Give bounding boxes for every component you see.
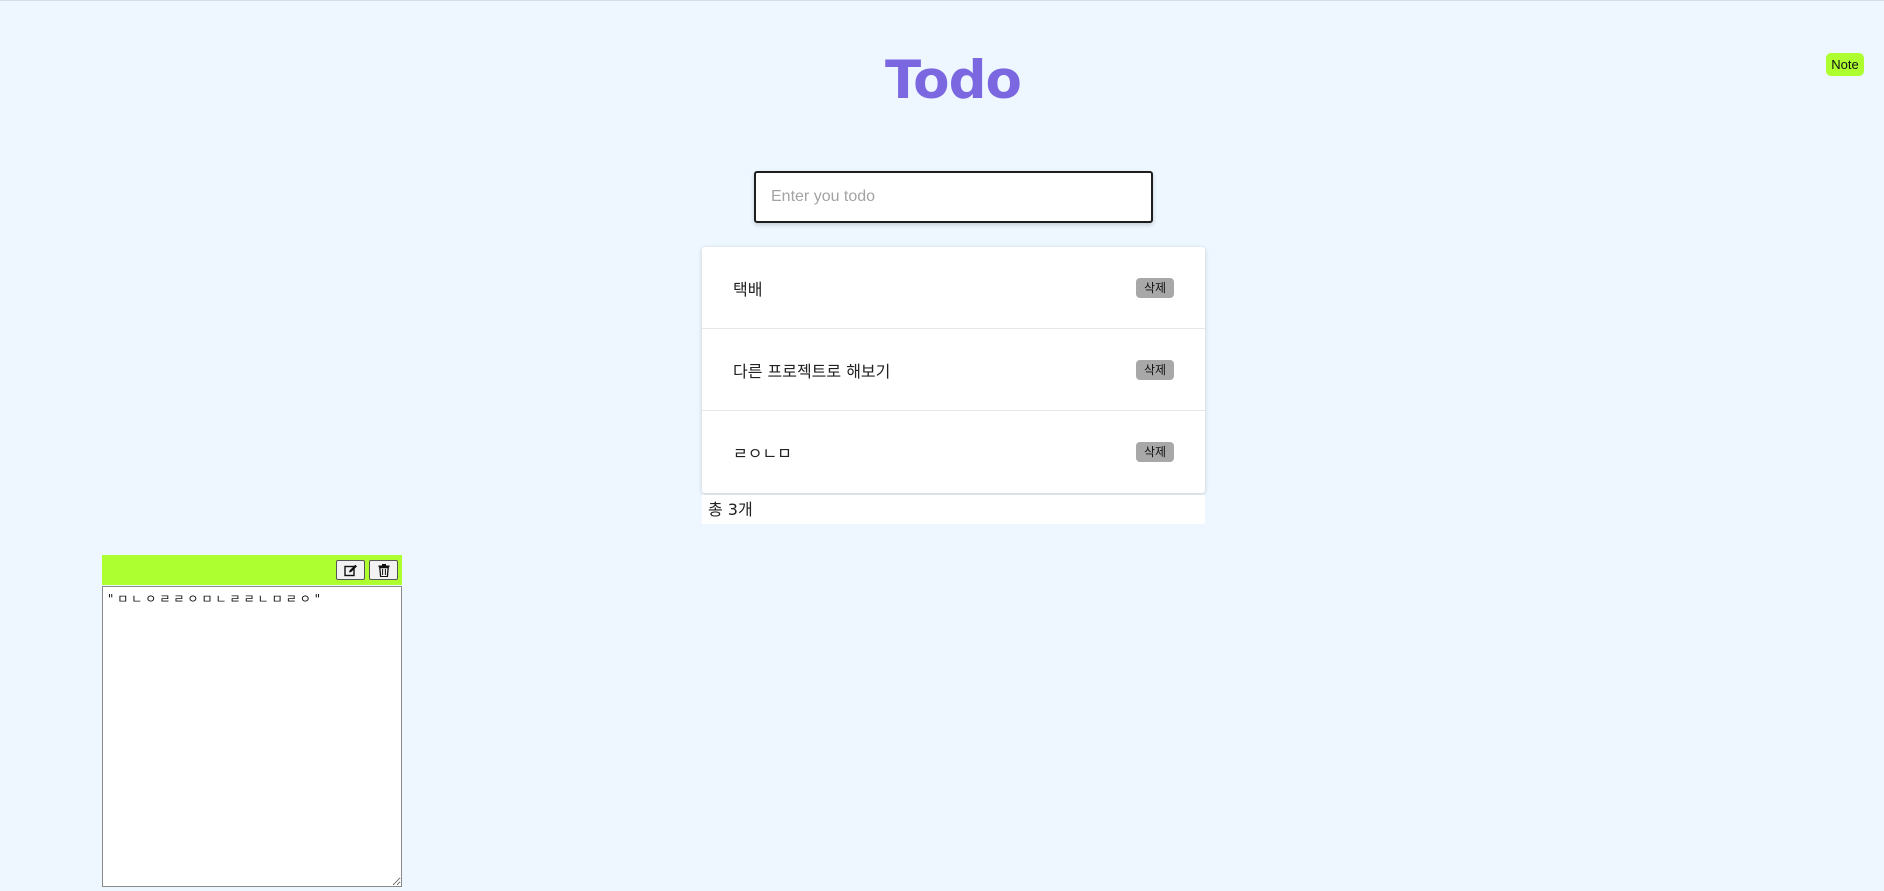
todo-item: ㄹㅇㄴㅁ 삭제 [702, 411, 1205, 493]
todo-input[interactable] [754, 171, 1153, 223]
todo-list: 택배 삭제 다른 프로젝트로 해보기 삭제 ㄹㅇㄴㅁ 삭제 [702, 247, 1205, 493]
note-button[interactable]: Note [1826, 53, 1864, 76]
delete-button[interactable]: 삭제 [1136, 277, 1174, 298]
delete-button[interactable]: 삭제 [1136, 359, 1174, 380]
edit-note-button[interactable] [336, 560, 365, 580]
note-textarea[interactable]: "ㅁㄴㅇㄹㄹㅇㅁㄴㄹㄹㄴㅁㄹㅇ" [102, 586, 402, 887]
todo-count: 총 3개 [702, 495, 1205, 524]
todo-item: 택배 삭제 [702, 247, 1205, 329]
sticky-note-header [102, 555, 402, 585]
todo-item: 다른 프로젝트로 해보기 삭제 [702, 329, 1205, 411]
delete-button[interactable]: 삭제 [1136, 442, 1174, 462]
delete-note-button[interactable] [369, 560, 398, 580]
edit-icon [343, 564, 357, 576]
todo-text: 다른 프로젝트로 해보기 [733, 361, 891, 381]
trash-icon [378, 563, 389, 577]
sticky-note: "ㅁㄴㅇㄹㄹㅇㅁㄴㄹㄹㄴㅁㄹㅇ" [102, 555, 402, 887]
app-title: Todo [885, 50, 1022, 111]
todo-text: 택배 [733, 279, 763, 299]
todo-text: ㄹㅇㄴㅁ [733, 444, 792, 463]
